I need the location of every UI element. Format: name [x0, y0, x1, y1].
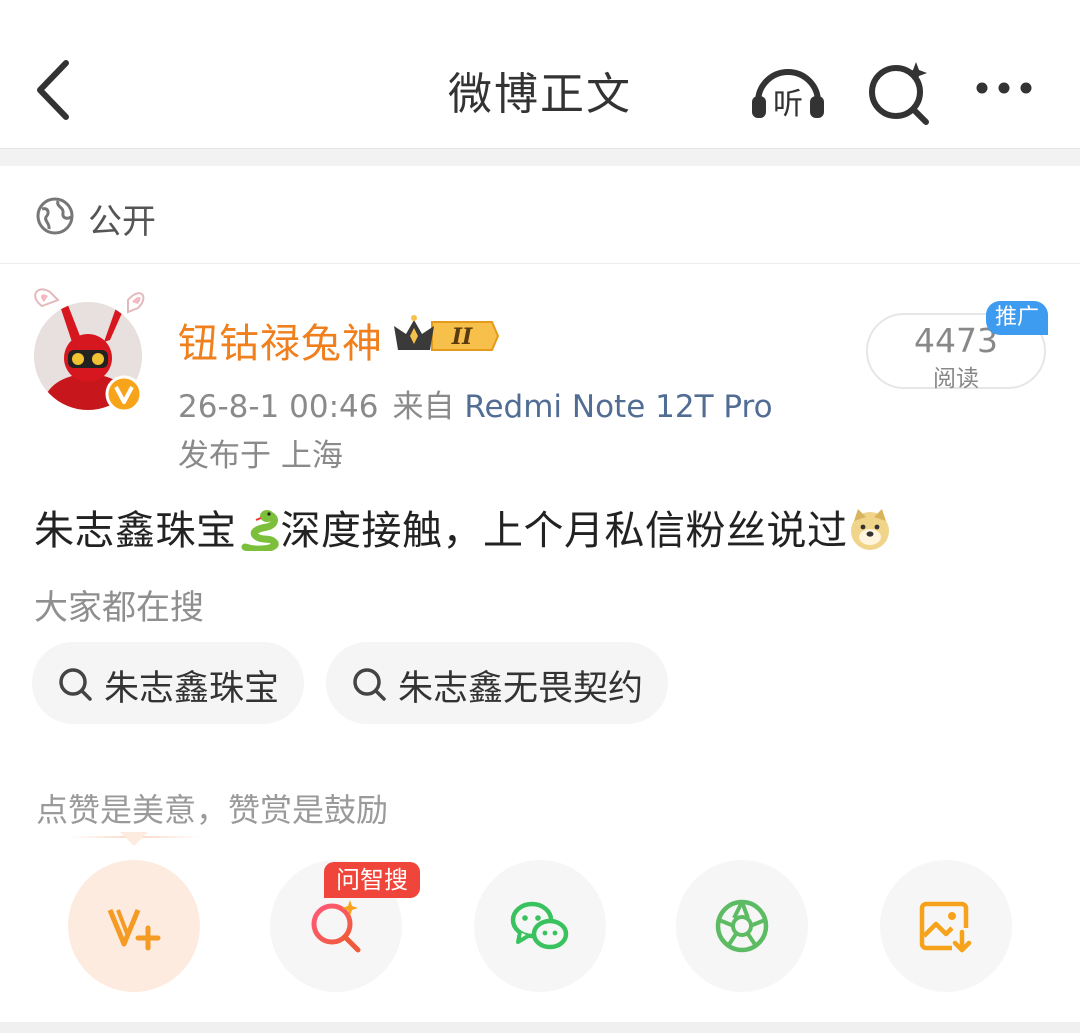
member-crown-badge[interactable]: II — [392, 314, 500, 358]
more-options-button[interactable] — [966, 52, 1046, 132]
section-divider — [0, 148, 1080, 166]
share-wechat-button[interactable] — [474, 860, 606, 992]
search-icon — [353, 668, 386, 701]
search-chip-label: 朱志鑫珠宝 — [104, 669, 280, 709]
device-name[interactable]: Redmi Note 12T Pro — [464, 389, 772, 425]
visibility-label: 公开 — [88, 202, 156, 242]
search-chip[interactable]: 朱志鑫珠宝 — [32, 642, 304, 724]
ai-search-icon — [869, 62, 929, 125]
snake-emoji-icon — [241, 510, 278, 551]
wechat-icon — [510, 901, 569, 950]
post-text-part2: 深度接触，上个月私信粉丝说过 — [280, 508, 848, 554]
avatar-image — [34, 288, 145, 413]
globe-icon — [36, 197, 74, 235]
share-moments-button[interactable] — [676, 860, 808, 992]
post-content: 朱志鑫珠宝 深度接触，上个月私信粉丝说过 — [34, 498, 892, 556]
author-name[interactable]: 钮钴禄兔神 — [178, 311, 383, 369]
search-chip[interactable]: 朱志鑫无畏契约 — [326, 642, 668, 724]
promote-tag[interactable]: 推广 — [986, 301, 1048, 335]
member-level: II — [451, 324, 473, 350]
reward-hint: 点赞是美意，赞赏是鼓励 — [36, 791, 389, 829]
moments-aperture-icon — [715, 899, 769, 953]
bottom-divider — [0, 1022, 1080, 1033]
tooltip-caret-icon — [120, 832, 148, 846]
trending-search-title: 大家都在搜 — [34, 588, 204, 628]
reward-button[interactable] — [68, 860, 200, 992]
save-image-icon — [919, 901, 972, 953]
listen-button[interactable]: 听 — [748, 52, 828, 132]
top-navigation-bar: 微博正文 听 — [0, 0, 1080, 148]
doge-emoji-icon — [850, 509, 889, 550]
source-prefix: 来自 — [392, 389, 455, 425]
avatar[interactable] — [28, 286, 152, 418]
ai-search-icon — [311, 900, 361, 953]
post-timestamp: 26-8-1 00:46 — [178, 389, 379, 425]
search-button[interactable] — [860, 52, 940, 132]
more-dots-icon — [976, 82, 1032, 94]
listen-glyph: 听 — [773, 87, 803, 122]
visibility-row — [0, 166, 1080, 264]
search-icon — [59, 668, 92, 701]
save-image-button[interactable] — [880, 860, 1012, 992]
read-count-label: 阅读 — [933, 366, 979, 392]
crown-icon: II — [394, 315, 500, 351]
ai-search-badge: 问智搜 — [324, 862, 420, 898]
headphones-listen-icon: 听 — [752, 69, 824, 122]
vplus-reward-icon — [107, 909, 161, 951]
post-meta: 26-8-1 00:46 来自 Redmi Note 12T Pro — [178, 381, 773, 426]
search-chip-label: 朱志鑫无畏契约 — [398, 669, 644, 709]
post-text-part1: 朱志鑫珠宝 — [34, 508, 237, 554]
post-location: 发布于 上海 — [178, 438, 343, 474]
